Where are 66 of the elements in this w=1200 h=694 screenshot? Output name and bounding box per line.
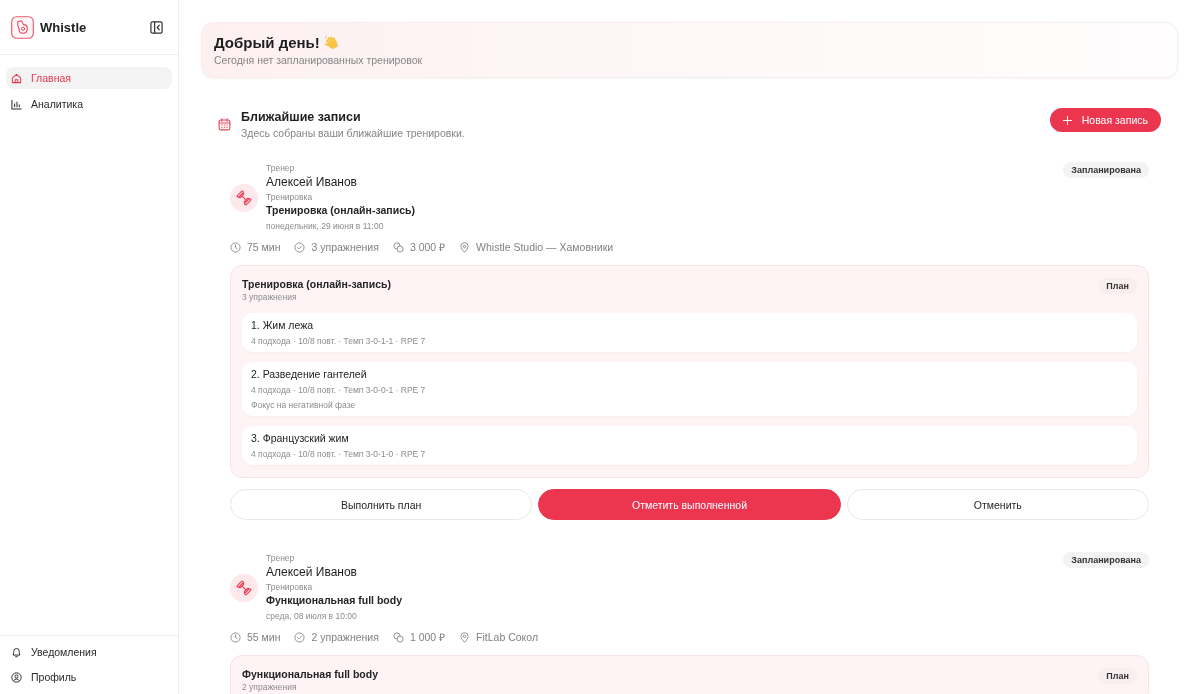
booking-detail: 3 упражнения [311, 241, 379, 253]
nav-item[interactable]: Профиль [6, 666, 172, 688]
waving-hand-icon [323, 35, 339, 50]
bell-icon [11, 646, 22, 658]
booking-detail: 2 упражнения [311, 631, 379, 643]
plan-badge: План [1098, 278, 1137, 294]
exercise-count: 2 упражнения [242, 682, 298, 692]
greeting-title: Добрый день! [214, 34, 320, 51]
booking-detail: Whistle Studio — Хамовники [476, 241, 614, 253]
nav-item[interactable]: Аналитика [6, 93, 172, 115]
bar-chart-icon [11, 98, 22, 110]
booking-detail: 1 000 ₽ [409, 630, 446, 644]
exercise-name: 3. Французский жим [251, 432, 350, 444]
booking-detail: 3 000 ₽ [409, 240, 446, 254]
booking-detail: FitLab Сокол [476, 631, 539, 643]
workout-name: Функциональная full body [266, 593, 403, 608]
exercise-name: 2. Разведение гантелей [251, 368, 368, 380]
sidebar-toggle-icon [150, 20, 163, 34]
coins-icon [392, 241, 404, 253]
workout-label: Тренировка [266, 581, 314, 593]
mark-done-button[interactable]: Отметить выполненной [538, 489, 841, 520]
trainer-label: Тренер [266, 552, 296, 564]
map-pin-icon [459, 631, 471, 643]
trainer-label: Тренер [266, 162, 296, 174]
status-badge: Запланирована [1063, 162, 1149, 178]
plan-badge: План [1098, 668, 1137, 684]
dumbbell-icon [230, 183, 258, 212]
exercise-count: 3 упражнения [242, 292, 298, 302]
plan-title: Тренировка (онлайн-запись) [242, 278, 392, 290]
workout-name: Тренировка (онлайн-запись) [266, 203, 416, 218]
coins-icon [392, 631, 404, 643]
action-button[interactable]: Отменить [846, 489, 1149, 520]
brand-name: Whistle [40, 19, 88, 35]
check-circle-icon [294, 241, 306, 253]
calendar-icon [218, 118, 231, 131]
workout-label: Тренировка [266, 191, 314, 203]
exercise-name: 1. Жим лежа [251, 319, 315, 331]
nav-item[interactable]: Уведомления [6, 641, 172, 663]
clock-icon [230, 241, 241, 253]
exercise-note: Фокус на негативной фазе [251, 400, 357, 410]
check-circle-icon [294, 631, 306, 643]
clock-icon [230, 631, 241, 643]
section-title: Ближайшие записи [241, 110, 362, 124]
trainer-name: Алексей Иванов [266, 174, 358, 190]
logo-icon [11, 15, 34, 39]
action-button[interactable]: Выполнить план [230, 489, 533, 520]
trainer-name: Алексей Иванов [266, 564, 358, 580]
section-subtitle: Здесь собраны ваши ближайшие тренировки. [241, 127, 466, 139]
dumbbell-icon [230, 573, 258, 602]
booking-detail: 55 мин [247, 631, 281, 643]
plus-icon [1062, 115, 1072, 125]
status-badge: Запланирована [1063, 552, 1149, 568]
user-circle-icon [11, 671, 22, 683]
nav-item[interactable]: Главная [6, 67, 172, 89]
new-booking-button[interactable]: Новая запись [1049, 108, 1161, 132]
booking-date: понедельник, 29 июня в 11:00 [266, 220, 385, 233]
greeting-subtitle: Сегодня нет запланированных тренировок [214, 54, 424, 66]
exercise-details: 4 подхода · 10/8 повт. · Темп 3-0-1-1 · RPE 7 [251, 336, 427, 346]
map-pin-icon [459, 241, 471, 253]
booking-date: среда, 08 июля в 10:00 [266, 610, 358, 623]
exercise-details: 4 подхода · 10/8 повт. · Темп 3-0-1-0 · RPE 7 [251, 449, 427, 459]
collapse-sidebar-button[interactable] [150, 20, 163, 34]
home-icon [11, 72, 22, 84]
plan-title: Функциональная full body [242, 668, 379, 680]
booking-detail: 75 мин [247, 241, 281, 253]
exercise-details: 4 подхода · 10/8 повт. · Темп 3-0-0-1 · RPE 7 [251, 385, 427, 395]
